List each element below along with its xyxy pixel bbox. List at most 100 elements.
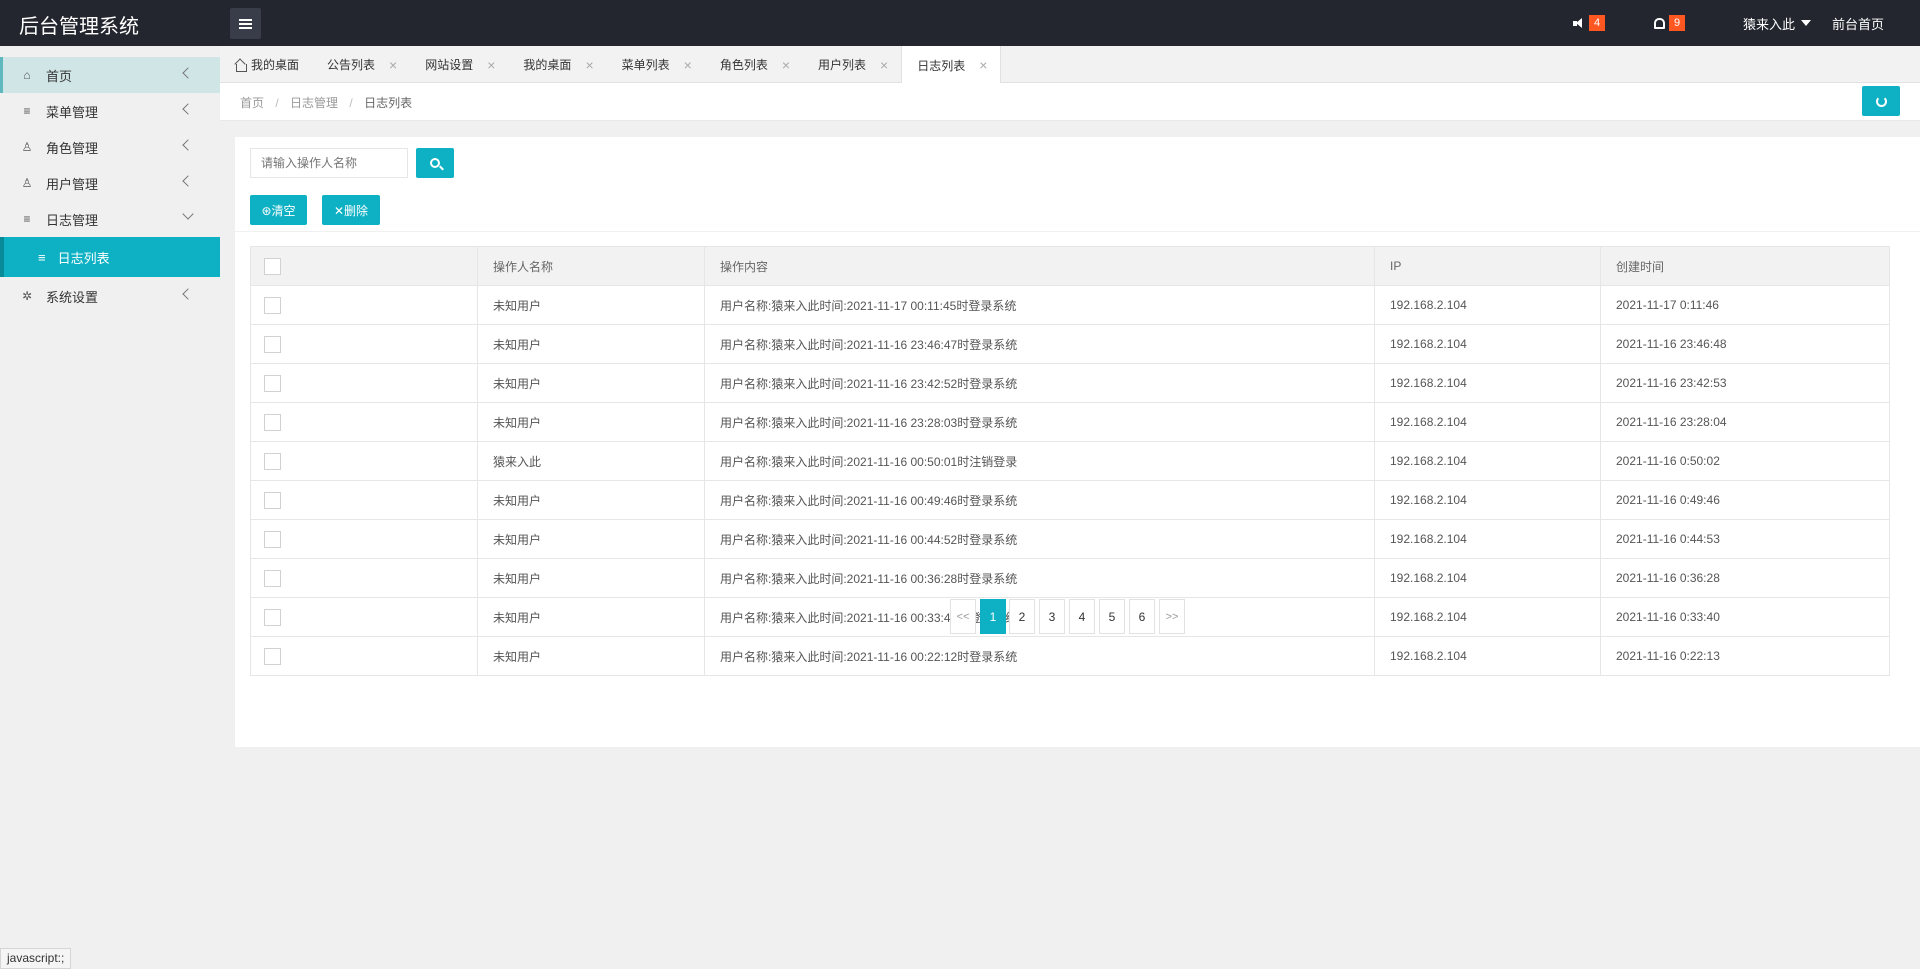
notice-button[interactable]: 4 <box>1573 0 1606 46</box>
tab-label: 我的桌面 <box>251 58 300 72</box>
close-icon[interactable]: × <box>880 57 888 73</box>
close-icon[interactable]: × <box>979 57 987 73</box>
breadcrumb-bar: 首页 / 日志管理 / 日志列表 <box>220 83 1920 121</box>
ip-cell: 192.168.2.104 <box>1374 480 1601 520</box>
close-icon[interactable]: × <box>782 57 790 73</box>
prev-page-button[interactable]: << <box>950 599 976 634</box>
page-button-5[interactable]: 5 <box>1099 599 1125 634</box>
sidebar-item-home[interactable]: ⌂ 首页 <box>0 57 220 93</box>
row-checkbox[interactable] <box>264 647 281 665</box>
row-checkbox[interactable] <box>264 335 281 353</box>
content-cell: 用户名称:猿来入此时间:2021-11-17 00:11:45时登录系统 <box>704 285 1375 325</box>
sidebar-item-user-management[interactable]: ♙ 用户管理 <box>0 165 220 201</box>
page-button-4[interactable]: 4 <box>1069 599 1095 634</box>
chevron-left-icon <box>182 288 194 300</box>
row-checkbox[interactable] <box>264 491 281 509</box>
breadcrumb-home[interactable]: 首页 <box>240 96 264 110</box>
sidebar-item-log-management[interactable]: ≡ 日志管理 <box>0 201 220 237</box>
close-icon[interactable]: × <box>487 57 495 73</box>
tab-user-list[interactable]: 用户列表 × <box>803 46 901 83</box>
ip-cell: 192.168.2.104 <box>1374 597 1601 637</box>
breadcrumb-separator: / <box>275 96 279 110</box>
select-all-checkbox[interactable] <box>264 257 281 275</box>
log-list-panel: ⊛清空 ✕删除 操作人名称 操作内容 IP 创建时间 未知用户 用户名称:猿来入… <box>235 137 1920 747</box>
ip-cell: 192.168.2.104 <box>1374 636 1601 676</box>
content-cell: 用户名称:猿来入此时间:2021-11-16 00:50:01时注销登录 <box>704 441 1375 481</box>
app-brand: 后台管理系统 <box>19 16 139 38</box>
user-menu[interactable]: 猿来入此 <box>1743 0 1812 46</box>
operator-cell: 未知用户 <box>477 519 705 559</box>
list-icon: ≡ <box>23 104 31 118</box>
tab-my-desktop-2[interactable]: 我的桌面 × <box>508 46 606 83</box>
row-checkbox[interactable] <box>264 374 281 392</box>
tab-my-desktop[interactable]: 我的桌面 <box>220 46 312 83</box>
created-time-cell: 2021-11-16 0:50:02 <box>1600 441 1890 481</box>
table-row: 未知用户 用户名称:猿来入此时间:2021-11-16 23:42:52时登录系… <box>250 363 1890 403</box>
content-cell: 用户名称:猿来入此时间:2021-11-16 23:28:03时登录系统 <box>704 402 1375 442</box>
content-cell: 用户名称:猿来入此时间:2021-11-16 23:42:52时登录系统 <box>704 363 1375 403</box>
column-header: IP <box>1374 246 1601 286</box>
menu-toggle-button[interactable] <box>230 8 261 39</box>
content-cell: 用户名称:猿来入此时间:2021-11-16 00:44:52时登录系统 <box>704 519 1375 559</box>
tab-label: 网站设置 <box>425 58 474 72</box>
list-icon: ≡ <box>38 249 46 265</box>
created-time-cell: 2021-11-16 0:44:53 <box>1600 519 1890 559</box>
sidebar-item-role-management[interactable]: ♙ 角色管理 <box>0 129 220 165</box>
next-page-button[interactable]: >> <box>1159 599 1185 634</box>
tab-label: 菜单列表 <box>621 58 670 72</box>
refresh-icon <box>1875 95 1887 107</box>
page-button-6[interactable]: 6 <box>1129 599 1155 634</box>
sidebar-item-label: 日志管理 <box>46 212 99 228</box>
operator-cell: 未知用户 <box>477 363 705 403</box>
refresh-button[interactable] <box>1862 86 1900 116</box>
sidebar-item-menu-management[interactable]: ≡ 菜单管理 <box>0 93 220 129</box>
sidebar-item-system-settings[interactable]: ✲ 系统设置 <box>0 278 220 314</box>
ip-cell: 192.168.2.104 <box>1374 558 1601 598</box>
row-select-cell <box>250 285 478 325</box>
tab-menu-list[interactable]: 菜单列表 × <box>607 46 705 83</box>
clear-button[interactable]: ⊛清空 <box>250 195 307 225</box>
tab-label: 我的桌面 <box>523 58 572 72</box>
row-checkbox[interactable] <box>264 608 281 626</box>
row-checkbox[interactable] <box>264 530 281 548</box>
content-cell: 用户名称:猿来入此时间:2021-11-16 23:46:47时登录系统 <box>704 324 1375 364</box>
tab-log-list[interactable]: 日志列表 × <box>901 46 1002 84</box>
close-icon[interactable]: × <box>389 57 397 73</box>
column-header: 操作人名称 <box>477 246 705 286</box>
row-checkbox[interactable] <box>264 452 281 470</box>
row-checkbox[interactable] <box>264 413 281 431</box>
operator-cell: 未知用户 <box>477 285 705 325</box>
tab-notice-list[interactable]: 公告列表 × <box>312 46 410 83</box>
table-row: 未知用户 用户名称:猿来入此时间:2021-11-16 23:28:03时登录系… <box>250 402 1890 442</box>
close-icon[interactable]: × <box>585 57 593 73</box>
tab-site-settings[interactable]: 网站设置 × <box>410 46 508 83</box>
chevron-left-icon <box>182 67 194 79</box>
tab-bar: 我的桌面 公告列表 × 网站设置 × 我的桌面 × 菜单列表 × 角色列表 × … <box>220 46 1920 84</box>
operator-cell: 未知用户 <box>477 402 705 442</box>
operator-search-input[interactable] <box>250 148 408 178</box>
row-checkbox[interactable] <box>264 569 281 587</box>
page-button-1[interactable]: 1 <box>980 599 1006 634</box>
page-button-2[interactable]: 2 <box>1009 599 1035 634</box>
column-header: 创建时间 <box>1600 246 1890 286</box>
operator-cell: 未知用户 <box>477 597 705 637</box>
row-select-cell <box>250 363 478 403</box>
operator-cell: 未知用户 <box>477 324 705 364</box>
page-button-3[interactable]: 3 <box>1039 599 1065 634</box>
row-select-cell <box>250 597 478 637</box>
row-select-cell <box>250 324 478 364</box>
search-button[interactable] <box>416 148 454 178</box>
close-icon[interactable]: × <box>684 57 692 73</box>
sidebar-item-log-list[interactable]: ≡ 日志列表 <box>0 237 220 277</box>
frontend-home-link[interactable]: 前台首页 <box>1832 0 1884 46</box>
breadcrumb-parent[interactable]: 日志管理 <box>290 96 338 110</box>
tab-role-list[interactable]: 角色列表 × <box>705 46 803 83</box>
row-checkbox[interactable] <box>264 296 281 314</box>
select-all-cell <box>250 246 478 286</box>
delete-button[interactable]: ✕删除 <box>322 195 380 225</box>
gear-icon: ✲ <box>21 289 33 303</box>
tab-label: 日志列表 <box>917 58 966 73</box>
user-icon: ♙ <box>21 176 33 190</box>
bell-button[interactable]: 9 <box>1654 0 1686 46</box>
tab-label: 公告列表 <box>327 58 376 72</box>
